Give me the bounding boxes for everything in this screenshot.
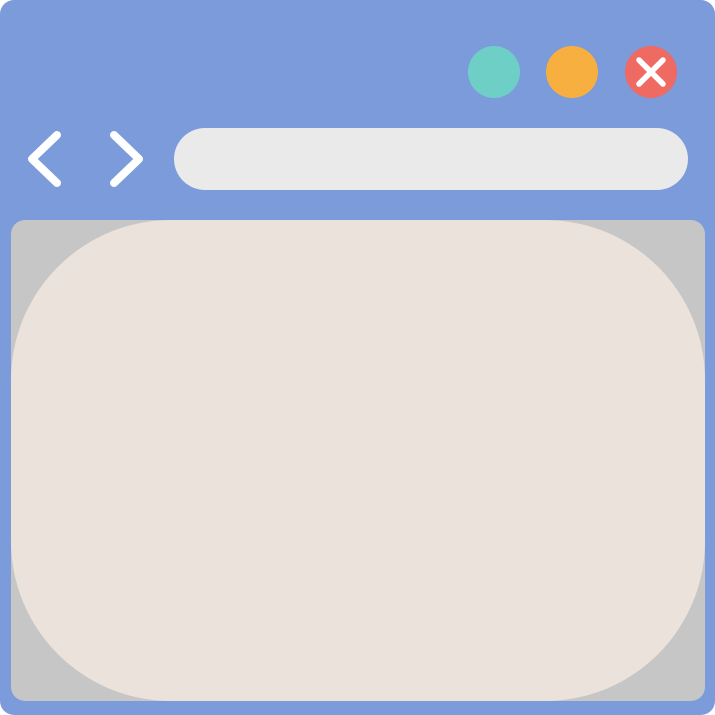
address-bar[interactable] <box>174 128 688 190</box>
maximize-button[interactable] <box>546 46 598 98</box>
close-icon <box>636 57 666 87</box>
page-content[interactable] <box>11 220 705 701</box>
close-button[interactable] <box>625 46 677 98</box>
back-button[interactable] <box>24 129 64 189</box>
chevron-left-icon <box>28 131 61 187</box>
chevron-right-icon <box>110 131 143 187</box>
minimize-button[interactable] <box>468 46 520 98</box>
browser-window <box>0 0 715 715</box>
content-area <box>11 220 705 701</box>
forward-button[interactable] <box>107 129 147 189</box>
